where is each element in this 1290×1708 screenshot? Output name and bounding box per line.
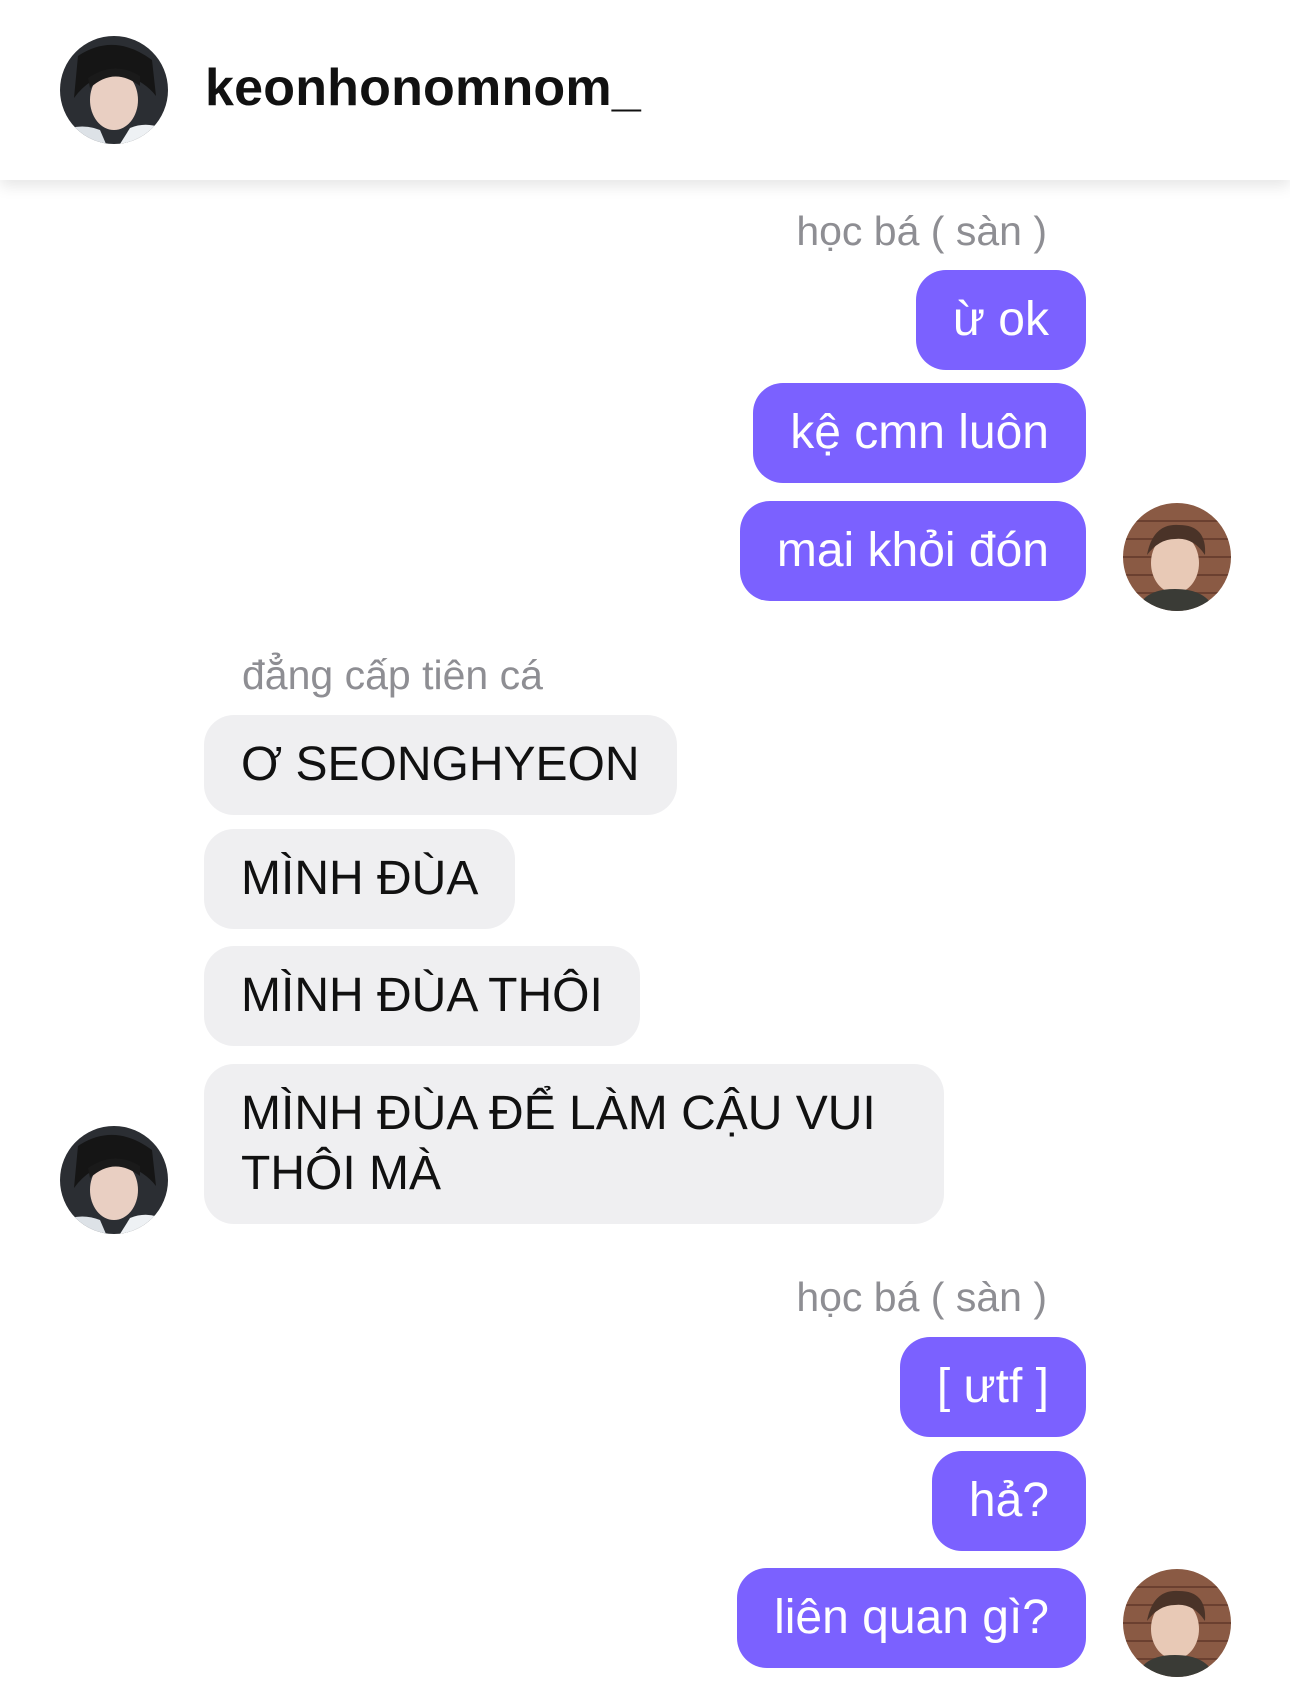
message-bubble[interactable]: liên quan gì? bbox=[737, 1568, 1086, 1668]
contact-name[interactable]: keonhonomnom_ bbox=[205, 58, 641, 118]
contact-avatar-icon[interactable] bbox=[60, 1126, 168, 1234]
message-bubble[interactable]: ừ ok bbox=[915, 270, 1086, 370]
message-bubble[interactable]: kệ cmn luôn bbox=[753, 383, 1086, 483]
sender-label: đẳng cấp tiên cá bbox=[242, 652, 543, 698]
chat-header: keonhonomnom_ bbox=[0, 0, 1290, 180]
message-bubble[interactable]: mai khỏi đón bbox=[739, 501, 1086, 601]
contact-avatar-icon[interactable] bbox=[60, 36, 168, 144]
sender-label: học bá ( sàn ) bbox=[796, 1274, 1047, 1320]
sender-label: học bá ( sàn ) bbox=[796, 208, 1047, 254]
message-bubble[interactable]: MÌNH ĐÙA ĐỂ LÀM CẬU VUI THÔI MÀ bbox=[204, 1064, 944, 1224]
message-bubble[interactable]: MÌNH ĐÙA bbox=[204, 829, 516, 929]
message-bubble[interactable]: hả? bbox=[931, 1451, 1086, 1551]
message-bubble[interactable]: Ơ SEONGHYEON bbox=[204, 715, 677, 815]
message-bubble[interactable]: [ ưtf ] bbox=[899, 1337, 1086, 1437]
message-bubble[interactable]: MÌNH ĐÙA THÔI bbox=[204, 946, 640, 1046]
self-avatar-icon[interactable] bbox=[1123, 503, 1231, 611]
self-avatar-icon[interactable] bbox=[1123, 1569, 1231, 1677]
chat-screen: keonhonomnom_ học bá ( sàn ) ừ ok kệ cmn… bbox=[0, 0, 1290, 1708]
